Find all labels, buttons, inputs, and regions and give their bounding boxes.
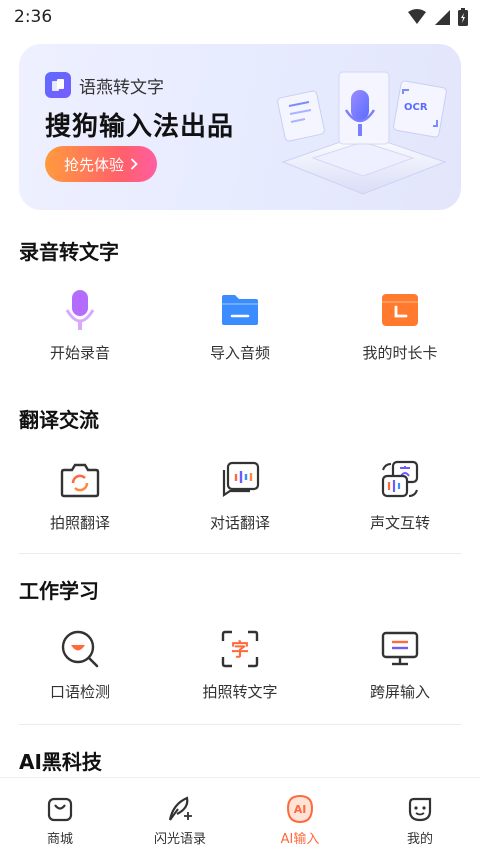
grid-label: 拍照翻译 xyxy=(49,514,110,532)
section-title-recording: 录音转文字 xyxy=(19,240,119,264)
voice-ocr-illustration: OCR xyxy=(277,71,447,195)
bottom-nav: 商城 闪光语录 AI AI输入 我的 xyxy=(0,777,480,853)
nav-item-quotes[interactable]: 闪光语录 xyxy=(120,778,240,853)
banner-title: 搜狗输入法出品 xyxy=(45,112,235,142)
shop-bag-icon xyxy=(45,794,75,824)
brand-name: 语燕转文字 xyxy=(79,77,164,98)
nav-item-ai-input[interactable]: AI AI输入 xyxy=(240,778,360,853)
section-title-ai-tech: AI黑科技 xyxy=(19,750,102,774)
grid-label: 跨屏输入 xyxy=(369,683,430,701)
grid-label: 对话翻译 xyxy=(209,514,270,532)
signal-icon xyxy=(435,10,450,25)
status-time: 2:36 xyxy=(14,7,53,27)
section-divider xyxy=(19,724,461,725)
nav-label: 我的 xyxy=(406,832,433,847)
grid-label: 口语检测 xyxy=(49,683,110,701)
feather-icon xyxy=(165,794,195,824)
ocr-label: OCR xyxy=(404,102,428,113)
status-icons xyxy=(408,8,468,26)
grid-row-translation: 拍照翻译 对话翻译 声文互转 xyxy=(0,458,480,533)
grid-item-photo-to-text[interactable]: 字 拍照转文字 xyxy=(160,627,320,702)
grid-item-voice-text-swap[interactable]: 声文互转 xyxy=(320,458,480,533)
try-now-button[interactable]: 抢先体验 xyxy=(45,146,157,182)
grid-item-cross-screen[interactable]: 跨屏输入 xyxy=(320,627,480,702)
speech-check-icon xyxy=(58,627,102,671)
grid-label: 拍照转文字 xyxy=(202,683,278,701)
section-title-translation: 翻译交流 xyxy=(19,408,99,432)
wifi-icon xyxy=(408,9,426,24)
brand-logo-icon xyxy=(45,72,71,98)
grid-item-photo-translate[interactable]: 拍照翻译 xyxy=(0,458,160,533)
photo-to-text-icon: 字 xyxy=(218,627,262,671)
camera-translate-icon xyxy=(58,458,102,502)
grid-row-recording: 开始录音 导入音频 我的时长卡 xyxy=(0,288,480,363)
promo-banner[interactable]: 语燕转文字 搜狗输入法出品 抢先体验 OCR xyxy=(19,44,461,210)
ai-badge-text: AI xyxy=(294,803,307,816)
chat-translate-icon xyxy=(218,458,262,502)
nav-item-profile[interactable]: 我的 xyxy=(360,778,480,853)
clock-card-icon xyxy=(378,288,422,332)
grid-label: 我的时长卡 xyxy=(362,344,438,362)
grid-label: 开始录音 xyxy=(49,344,110,362)
grid-label: 声文互转 xyxy=(369,514,430,532)
ai-input-icon: AI xyxy=(285,794,315,824)
nav-label: AI输入 xyxy=(280,832,320,847)
status-bar: 2:36 xyxy=(0,0,480,34)
photo-text-glyph: 字 xyxy=(231,639,249,661)
section-title-work-study: 工作学习 xyxy=(19,579,99,603)
section-divider xyxy=(19,553,461,554)
try-now-label: 抢先体验 xyxy=(63,156,124,174)
cross-screen-icon xyxy=(378,627,422,671)
grid-item-speech-check[interactable]: 口语检测 xyxy=(0,627,160,702)
grid-item-import-audio[interactable]: 导入音频 xyxy=(160,288,320,363)
profile-icon xyxy=(405,794,435,824)
grid-item-start-recording[interactable]: 开始录音 xyxy=(0,288,160,363)
chevron-right-icon xyxy=(130,158,138,170)
grid-item-dialog-translate[interactable]: 对话翻译 xyxy=(160,458,320,533)
microphone-icon xyxy=(58,288,102,332)
nav-label: 商城 xyxy=(46,832,73,847)
battery-icon xyxy=(458,8,468,26)
nav-label: 闪光语录 xyxy=(153,832,206,847)
grid-label: 导入音频 xyxy=(209,344,270,362)
folder-icon xyxy=(218,288,262,332)
nav-item-shop[interactable]: 商城 xyxy=(0,778,120,853)
grid-item-time-card[interactable]: 我的时长卡 xyxy=(320,288,480,363)
brand-row: 语燕转文字 xyxy=(45,72,164,98)
grid-row-work-study: 口语检测 字 拍照转文字 跨屏输入 xyxy=(0,627,480,702)
voice-text-swap-icon xyxy=(378,458,422,502)
